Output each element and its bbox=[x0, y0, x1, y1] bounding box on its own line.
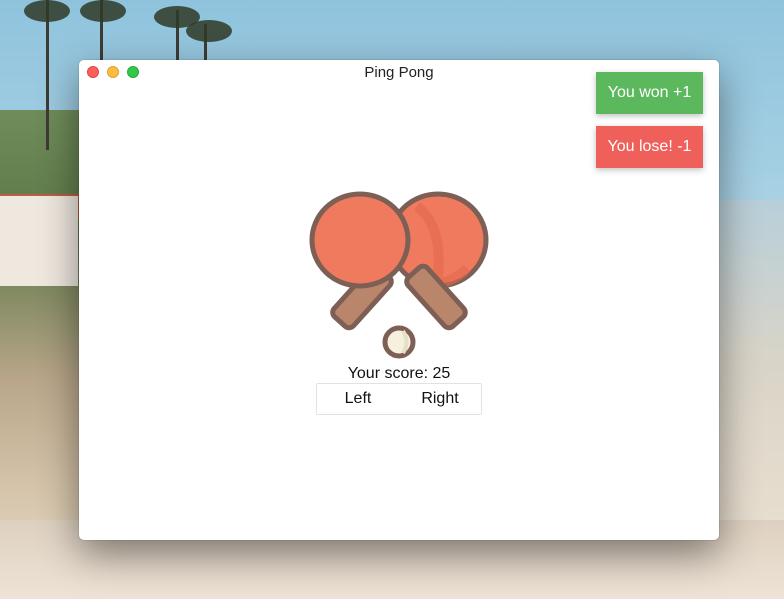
background-palm bbox=[46, 0, 49, 150]
score-label: Your score: 25 bbox=[347, 365, 451, 382]
right-button[interactable]: Right bbox=[399, 384, 481, 414]
left-button[interactable]: Left bbox=[317, 384, 399, 414]
direction-controls: Left Right bbox=[316, 383, 482, 415]
desktop-background: Ping Pong Your score: 25 Left Right You … bbox=[0, 0, 784, 599]
background-palm-fronds bbox=[24, 0, 70, 22]
lose-notification[interactable]: You lose! -1 bbox=[596, 126, 703, 168]
background-palm-fronds bbox=[80, 0, 126, 22]
won-notification[interactable]: You won +1 bbox=[596, 72, 703, 114]
background-palm-fronds bbox=[186, 20, 232, 42]
ping-pong-paddles-icon bbox=[309, 191, 489, 359]
background-house bbox=[0, 196, 78, 286]
ball-icon bbox=[382, 325, 416, 359]
